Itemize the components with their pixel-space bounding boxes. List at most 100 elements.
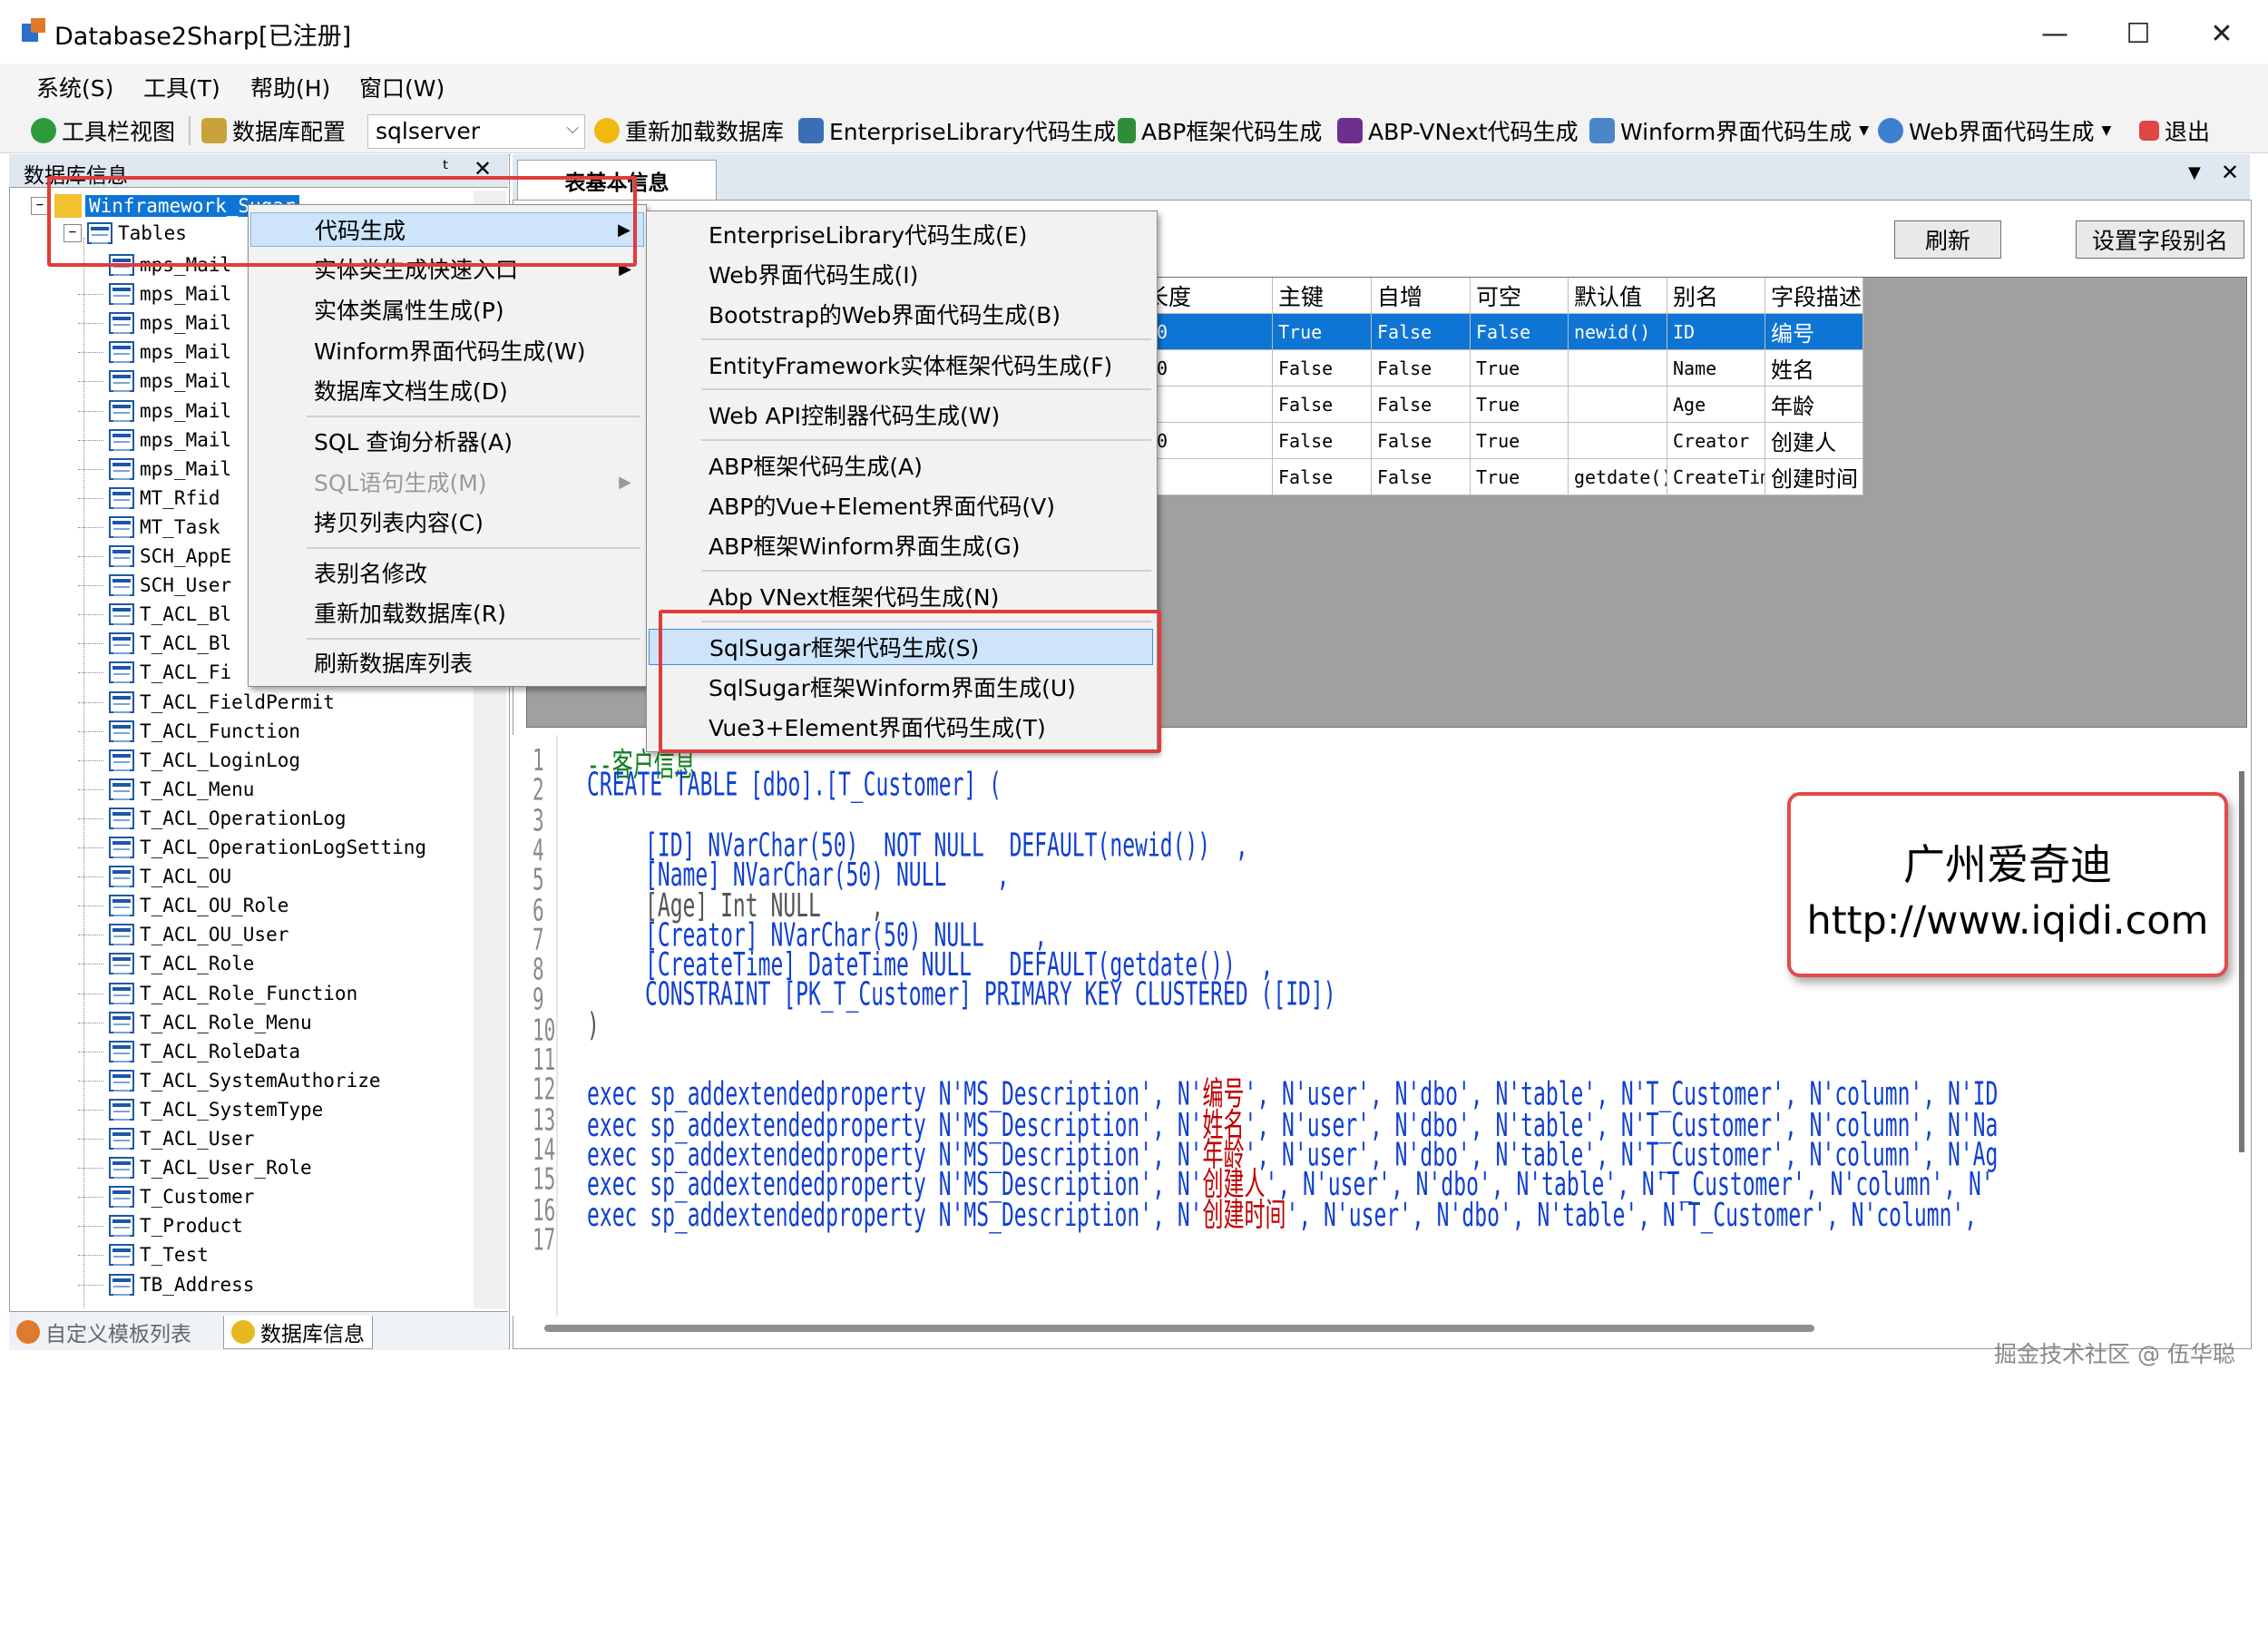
db-type-select[interactable]: sqlserver ⌵ <box>367 114 585 149</box>
minimize-button[interactable]: — <box>2014 0 2096 68</box>
grid-cell[interactable]: Age <box>1667 387 1765 423</box>
grid-cell[interactable]: newid() <box>1569 314 1667 350</box>
grid-cell[interactable]: False <box>1273 423 1372 459</box>
grid-cell[interactable]: True <box>1471 459 1569 495</box>
grid-cell[interactable]: 4 <box>1140 387 1273 423</box>
tree-node-table[interactable]: SCH_AppE <box>78 543 231 570</box>
grid-cell[interactable]: 年龄 <box>1765 387 1863 423</box>
menu-refresh-db-list[interactable]: 刷新数据库列表 <box>250 645 644 680</box>
grid-header-cell[interactable]: 可空 <box>1471 278 1569 314</box>
tree-node-table[interactable]: T_ACL_Role_Menu <box>78 1009 312 1036</box>
menu-sql-query-analyzer[interactable]: SQL 查询分析器(A) <box>250 424 644 458</box>
grid-cell[interactable]: 50 <box>1140 350 1273 387</box>
tree-node-table[interactable]: T_ACL_Role_Function <box>78 980 357 1007</box>
grid-cell[interactable]: Creator <box>1667 423 1765 459</box>
grid-cell[interactable]: 姓名 <box>1765 350 1863 387</box>
grid-cell[interactable]: Name <box>1667 350 1765 387</box>
grid-cell[interactable]: False <box>1273 350 1372 387</box>
grid-cell[interactable]: True <box>1273 314 1372 350</box>
grid-cell[interactable]: 50 <box>1140 423 1273 459</box>
grid-header-cell[interactable]: 默认值 <box>1569 278 1667 314</box>
grid-cell[interactable]: False <box>1372 459 1471 495</box>
submenu-abp-vnext[interactable]: Abp VNext框架代码生成(N) <box>649 578 1153 614</box>
grid-cell[interactable]: False <box>1372 423 1471 459</box>
tree-node-table[interactable]: T_ACL_RoleData <box>78 1038 300 1065</box>
tree-node-table[interactable]: T_ACL_Fi <box>78 659 231 686</box>
tree-node-table[interactable]: T_ACL_User <box>78 1125 254 1152</box>
grid-cell[interactable]: False <box>1372 350 1471 387</box>
menu-sql-statement-gen[interactable]: SQL语句生成(M) ▶ <box>250 465 644 499</box>
submenu-abp[interactable]: ABP框架代码生成(A) <box>649 447 1153 484</box>
submenu-web-api[interactable]: Web API控制器代码生成(W) <box>649 397 1153 433</box>
menu-tools[interactable]: 工具(T) <box>143 71 220 103</box>
menu-entity-property-gen[interactable]: 实体类属性生成(P) <box>250 292 644 327</box>
tree-node-table[interactable]: SCH_User <box>78 572 231 599</box>
exit-button[interactable]: 退出 <box>2139 114 2210 147</box>
code-horizontal-scrollbar[interactable] <box>544 1325 1814 1332</box>
close-button[interactable]: ✕ <box>2181 0 2263 68</box>
tab-custom-templates[interactable]: 自定义模板列表 <box>9 1316 199 1348</box>
refresh-button[interactable]: 刷新 <box>1894 220 2001 259</box>
menu-help[interactable]: 帮助(H) <box>250 71 330 103</box>
toolbar-view-button[interactable]: 工具栏视图 <box>31 114 175 147</box>
menu-reload-database[interactable]: 重新加载数据库(R) <box>250 595 644 630</box>
grid-cell[interactable] <box>1569 423 1667 459</box>
submenu-bootstrap-web[interactable]: Bootstrap的Web界面代码生成(B) <box>649 296 1153 332</box>
submenu-enterprise-library[interactable]: EnterpriseLibrary代码生成(E) <box>649 216 1153 252</box>
tree-node-table[interactable]: mps_Mail <box>78 455 231 483</box>
winform-code-button[interactable]: Winform界面代码生成 ▼ <box>1589 114 1869 147</box>
grid-header-cell[interactable]: 别名 <box>1667 278 1765 314</box>
tree-node-table[interactable]: T_ACL_SystemType <box>78 1096 323 1123</box>
tree-node-table[interactable]: MT_Rfid <box>78 485 220 512</box>
menu-table-alias[interactable]: 表别名修改 <box>250 555 644 590</box>
set-field-alias-button[interactable]: 设置字段别名 <box>2076 220 2244 259</box>
tree-node-table[interactable]: T_ACL_SystemAuthorize <box>78 1067 381 1094</box>
tree-node-table[interactable]: mps_Mail <box>78 338 231 366</box>
tree-node-table[interactable]: MT_Task <box>78 514 220 541</box>
tree-node-table[interactable]: T_ACL_Function <box>78 718 300 745</box>
grid-cell[interactable]: False <box>1273 459 1372 495</box>
tree-node-table[interactable]: T_Product <box>78 1212 243 1239</box>
tree-node-table[interactable]: T_ACL_Role <box>78 950 254 977</box>
tree-node-table[interactable]: T_ACL_FieldPermit <box>78 689 335 716</box>
grid-cell[interactable]: False <box>1372 314 1471 350</box>
tree-node-table[interactable]: T_Customer <box>78 1183 254 1210</box>
submenu-abp-vue[interactable]: ABP的Vue+Element界面代码(V) <box>649 487 1153 524</box>
abp-vnext-button[interactable]: ABP-VNext代码生成 <box>1337 114 1579 147</box>
tree-node-table[interactable]: T_ACL_OU_Role <box>78 892 288 919</box>
tree-node-table[interactable]: T_Test <box>78 1241 209 1268</box>
maximize-button[interactable]: ☐ <box>2097 0 2179 68</box>
code-vertical-scrollbar[interactable] <box>2239 771 2244 1152</box>
grid-cell[interactable]: False <box>1273 387 1372 423</box>
tab-close-icon[interactable]: ✕ <box>2221 160 2239 185</box>
tree-node-table[interactable]: T_ACL_Menu <box>78 776 254 803</box>
enterprise-lib-button[interactable]: EnterpriseLibrary代码生成 <box>798 114 1116 147</box>
tree-node-table[interactable]: T_ACL_User_Role <box>78 1154 312 1181</box>
web-ui-button[interactable]: Web界面代码生成 ▼ <box>1878 114 2111 147</box>
submenu-abp-winform[interactable]: ABP框架Winform界面生成(G) <box>649 527 1153 563</box>
tab-list-dropdown-icon[interactable]: ▼ <box>2188 163 2201 182</box>
tree-node-table[interactable]: T_ACL_Bl <box>78 601 231 628</box>
tab-database-info[interactable]: 数据库信息 <box>223 1316 373 1349</box>
grid-cell[interactable]: 编号 <box>1765 314 1863 350</box>
tree-node-table[interactable]: mps_Mail <box>78 426 231 454</box>
tree-node-table[interactable]: T_ACL_OU <box>78 863 231 890</box>
tree-node-table[interactable]: TB_Address <box>78 1271 254 1298</box>
menu-copy-list-content[interactable]: 拷贝列表内容(C) <box>250 504 644 539</box>
tree-node-table[interactable]: mps_Mail <box>78 367 231 395</box>
grid-cell[interactable]: getdate() <box>1569 459 1667 495</box>
tree-node-table[interactable]: mps_Mail <box>78 397 231 425</box>
grid-cell[interactable]: 50 <box>1140 314 1273 350</box>
tree-node-table[interactable]: mps_Mail <box>78 309 231 337</box>
grid-cell[interactable]: 创建人 <box>1765 423 1863 459</box>
grid-header-cell[interactable]: 长度 <box>1140 278 1273 314</box>
tree-node-table[interactable]: T_ACL_OU_User <box>78 921 288 948</box>
tree-node-table[interactable]: mps_Mail <box>78 280 231 308</box>
menu-window[interactable]: 窗口(W) <box>359 71 445 103</box>
tree-node-table[interactable]: T_ACL_OperationLogSetting <box>78 834 426 861</box>
grid-header-cell[interactable]: 自增 <box>1372 278 1471 314</box>
grid-cell[interactable]: False <box>1471 314 1569 350</box>
grid-cell[interactable]: 创建时间 <box>1765 459 1863 495</box>
reload-db-button[interactable]: 重新加载数据库 <box>594 114 784 147</box>
grid-header-cell[interactable]: 主键 <box>1273 278 1372 314</box>
